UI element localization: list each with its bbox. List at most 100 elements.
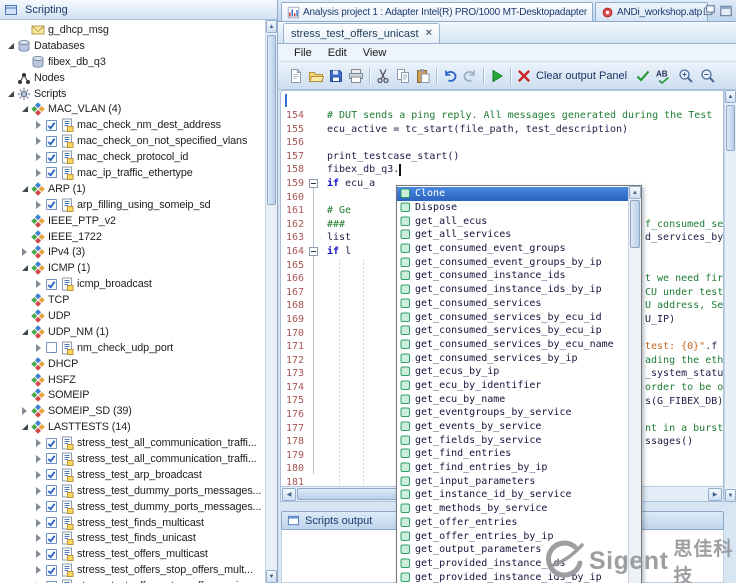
tree-item-nodes[interactable]: Nodes [0,70,265,86]
tree-scrollbar[interactable]: ▲ ▼ [265,20,277,583]
script-checkbox[interactable] [46,517,57,529]
autocomplete-item-get-consumed-services-by-ecu-name[interactable]: get_consumed_services_by_ecu_name [397,338,628,352]
script-checkbox[interactable] [46,437,57,449]
autocomplete-item-get-input-parameters[interactable]: get_input_parameters [397,474,628,488]
tree-item-udp[interactable]: UDP [0,308,265,324]
windows-list-icon[interactable] [702,4,716,18]
autocomplete-item-get-find-entries[interactable]: get_find_entries [397,447,628,461]
zoom-out-button[interactable] [698,66,718,86]
tree-item-udp-nm-1[interactable]: UDP_NM (1) [0,324,265,340]
tree-item-nm-check-udp-port[interactable]: nm_check_udp_port [0,340,265,356]
script-checkbox[interactable] [46,532,57,544]
tree-item-stress-test-finds-multicast[interactable]: stress_test_finds_multicast [0,515,265,531]
fold-collapse-icon[interactable] [309,179,318,188]
check-button[interactable] [633,66,653,86]
tree-item-databases[interactable]: Databases [0,38,265,54]
expander-collapsed-icon[interactable] [34,343,45,353]
autocomplete-item-get-methods-by-service[interactable]: get_methods_by_service [397,502,628,516]
autocomplete-item-get-consumed-services-by-ip[interactable]: get_consumed_services_by_ip [397,351,628,365]
print-button[interactable] [346,66,366,86]
tree-item-someip[interactable]: SOMEIP [0,387,265,403]
autocomplete-item-get-consumed-services-by-ecu-ip[interactable]: get_consumed_services_by_ecu_ip [397,324,628,338]
autocomplete-item-clone[interactable]: Clone [397,187,628,201]
scroll-up-icon[interactable]: ▲ [725,90,736,103]
fold-collapse-icon[interactable] [309,247,318,256]
tab-stress-test-offers-unicast[interactable]: stress_test_offers_unicast × [283,23,441,43]
autocomplete-item-get-find-entries-by-ip[interactable]: get_find_entries_by_ip [397,461,628,475]
expander-collapsed-icon[interactable] [34,502,45,512]
tree-item-mac-ip-traffic-ethertype[interactable]: mac_ip_traffic_ethertype [0,165,265,181]
scrollbar-thumb[interactable] [630,200,640,248]
autocomplete-item-get-all-services[interactable]: get_all_services [397,228,628,242]
expander-expanded-icon[interactable] [20,184,31,194]
expander-expanded-icon[interactable] [20,422,31,432]
code-line-157[interactable]: 157 print_testcase_start() [281,150,723,164]
scroll-up-icon[interactable]: ▲ [629,186,641,199]
script-checkbox[interactable] [46,278,57,290]
tree-item-stress-test-finds-unicast[interactable]: stress_test_finds_unicast [0,531,265,547]
tree-item-stress-test-dummy-ports-messages[interactable]: stress_test_dummy_ports_messages... [0,499,265,515]
cut-button[interactable] [373,66,393,86]
code-line-158[interactable]: 158 fibex_db_q3. [281,163,723,177]
new-button[interactable] [286,66,306,86]
expander-collapsed-icon[interactable] [34,486,45,496]
expander-collapsed-icon[interactable] [34,518,45,528]
autocomplete-scrollbar[interactable]: ▲ [628,186,641,583]
menu-file[interactable]: File [286,46,320,60]
tree-item-g-dhcp-msg[interactable]: g_dhcp_msg [0,22,265,38]
autocomplete-item-get-ecus-by-ip[interactable]: get_ecus_by_ip [397,365,628,379]
tree-item-scripts[interactable]: Scripts [0,86,265,102]
expander-collapsed-icon[interactable] [34,168,45,178]
copy-button[interactable] [393,66,413,86]
expander-expanded-icon[interactable] [6,89,17,99]
autocomplete-item-get-consumed-event-groups[interactable]: get_consumed_event_groups [397,242,628,256]
scroll-right-icon[interactable]: ▶ [708,488,722,501]
tree-item-mac-check-protocol-id[interactable]: mac_check_protocol_id [0,149,265,165]
script-checkbox[interactable] [46,119,57,131]
autocomplete-item-get-consumed-instance-ids[interactable]: get_consumed_instance_ids [397,269,628,283]
close-pane-icon[interactable] [719,4,733,18]
tree-item-stress-test-arp-broadcast[interactable]: stress_test_arp_broadcast [0,467,265,483]
expander-collapsed-icon[interactable] [34,565,45,575]
top-tab-analysis-project-1-adapter-int[interactable]: Analysis project 1 : Adapter Intel(R) PR… [281,2,594,21]
autocomplete-item-get-instance-id-by-service[interactable]: get_instance_id_by_service [397,488,628,502]
tree-item-stress-test-offers-stop-offers-unic[interactable]: stress_test_offers_stop_offers_unic... [0,578,265,583]
expander-collapsed-icon[interactable] [34,438,45,448]
script-checkbox[interactable] [46,199,57,211]
tree-item-stress-test-all-communication-traffi[interactable]: stress_test_all_communication_traffi... [0,435,265,451]
tree-item-dhcp[interactable]: DHCP [0,356,265,372]
zoom-in-button[interactable] [676,66,696,86]
script-checkbox[interactable] [46,151,57,163]
scroll-up-icon[interactable]: ▲ [266,20,277,33]
scroll-down-icon[interactable]: ▼ [725,489,736,502]
autocomplete-item-get-offer-entries[interactable]: get_offer_entries [397,516,628,530]
tree-item-hsfz[interactable]: HSFZ [0,372,265,388]
script-checkbox[interactable] [46,453,57,465]
autocomplete-item-get-consumed-services-by-ecu-id[interactable]: get_consumed_services_by_ecu_id [397,310,628,324]
tree-item-icmp-1[interactable]: ICMP (1) [0,260,265,276]
expander-collapsed-icon[interactable] [20,406,31,416]
autocomplete-item-get-consumed-instance-ids-by-ip[interactable]: get_consumed_instance_ids_by_ip [397,283,628,297]
expander-collapsed-icon[interactable] [34,533,45,543]
tree-item-stress-test-offers-multicast[interactable]: stress_test_offers_multicast [0,546,265,562]
top-tab-andi-workshop-atp[interactable]: ANDi_workshop.atp [595,2,708,21]
tree-item-lasttests-14[interactable]: LASTTESTS (14) [0,419,265,435]
tree-item-stress-test-offers-stop-offers-mult[interactable]: stress_test_offers_stop_offers_mult... [0,562,265,578]
autocomplete-item-get-consumed-event-groups-by-ip[interactable]: get_consumed_event_groups_by_ip [397,255,628,269]
script-checkbox[interactable] [46,167,57,179]
redo-button[interactable] [460,66,480,86]
clear-output-panel-label[interactable]: Clear output Panel [536,70,627,82]
scroll-down-icon[interactable]: ▼ [266,570,277,583]
autocomplete-item-get-all-ecus[interactable]: get_all_ecus [397,214,628,228]
autocomplete-item-get-ecu-by-identifier[interactable]: get_ecu_by_identifier [397,379,628,393]
script-checkbox[interactable] [46,342,57,354]
script-checkbox[interactable] [46,469,57,481]
expander-collapsed-icon[interactable] [34,470,45,480]
script-checkbox[interactable] [46,548,57,560]
tree-item-mac-check-nm-dest-address[interactable]: mac_check_nm_dest_address [0,117,265,133]
tree-item-ieee-1722[interactable]: IEEE_1722 [0,229,265,245]
tree-item-ieee-ptp-v2[interactable]: IEEE_PTP_v2 [0,213,265,229]
tree-item-mac-check-on-not-specified-vlans[interactable]: mac_check_on_not_specified_vlans [0,133,265,149]
menu-edit[interactable]: Edit [320,46,355,60]
script-checkbox[interactable] [46,501,57,513]
